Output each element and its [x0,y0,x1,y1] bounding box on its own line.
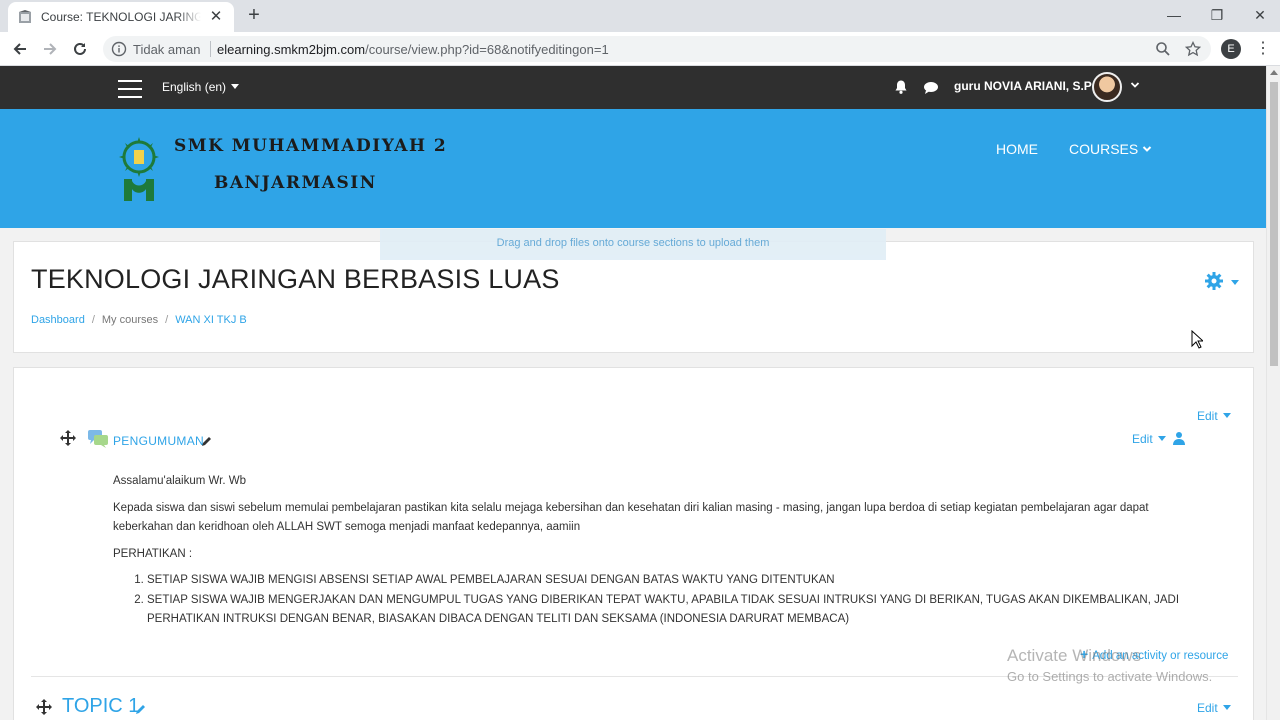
back-button[interactable] [9,38,31,60]
section-summary: Assalamu'alaikum Wr. Wb Kepada siswa dan… [113,472,1183,630]
url-text[interactable]: elearning.smkm2bjm.com/course/view.php?i… [217,42,609,57]
summary-rule-item: SETIAP SISWA WAJIB MENGISI ABSENSI SETIA… [147,571,1183,591]
edit-pencil-icon[interactable] [135,703,147,715]
security-status: Tidak aman [133,42,201,57]
user-avatar[interactable] [1092,72,1122,102]
caret-down-icon [1222,413,1231,418]
activity-edit-menu[interactable]: Edit [1132,432,1166,446]
profile-avatar-button[interactable]: E [1221,39,1241,59]
language-menu[interactable]: English (en) [162,80,240,94]
forum-activity-icon [88,430,108,448]
summary-attention: PERHATIKAN : [113,547,193,560]
summary-rule-item: SETIAP SISWA WAJIB MENGERJAKAN DAN MENGU… [147,591,1183,630]
hamburger-menu-icon[interactable] [118,80,142,98]
summary-paragraph: Kepada siswa dan siswi sebelum memulai p… [113,501,1149,534]
nav-courses-label: COURSES [1069,141,1139,157]
breadcrumb-separator: / [165,314,169,326]
reload-button[interactable] [69,38,91,60]
info-icon[interactable] [111,41,127,57]
minimize-button[interactable]: — [1162,4,1186,26]
course-favicon-icon [18,10,32,24]
maximize-button[interactable]: ❐ [1205,4,1229,26]
activity-edit-label: Edit [1132,432,1153,446]
url-host: elearning.smkm2bjm.com [217,42,366,57]
gear-icon [1205,272,1223,290]
browser-toolbar: Tidak aman elearning.smkm2bjm.com/course… [0,32,1280,66]
forward-button[interactable] [39,38,61,60]
school-name-line2: BANJARMASIN [214,173,377,193]
caret-down-icon [1222,705,1231,710]
school-name-line1: SMK MUHAMMADIYAH 2 [174,136,448,156]
topic-1-edit-menu[interactable]: Edit [1197,701,1231,715]
back-arrow-icon [13,43,26,55]
tab-close-icon[interactable]: ✕ [208,9,224,25]
moodle-navbar: English (en) guru NOVIA ARIANI, S.Pd [0,66,1266,109]
section0-edit-menu[interactable]: Edit [1197,409,1231,423]
move-section-icon[interactable] [36,699,52,715]
mouse-pointer-icon [1191,330,1203,349]
school-logo-emblem[interactable] [116,131,162,205]
scrollbar-thumb[interactable] [1270,82,1278,366]
address-bar[interactable]: Tidak aman elearning.smkm2bjm.com/course… [103,36,1211,62]
reload-icon [74,42,86,55]
nav-courses-menu[interactable]: COURSES [1069,141,1152,157]
user-menu-chevron-icon[interactable] [1130,80,1140,90]
breadcrumb-my-courses: My courses [101,314,159,326]
new-tab-button[interactable]: + [244,5,264,25]
close-window-button[interactable]: ✕ [1248,4,1272,26]
nav-home-link[interactable]: HOME [996,141,1038,157]
browser-tab[interactable]: Course: TEKNOLOGI JARINGAN B ✕ [8,2,234,32]
site-banner: SMK MUHAMMADIYAH 2 BANJARMASIN HOME COUR… [0,109,1266,228]
omnibox-separator [210,41,211,57]
activate-windows-hint: Go to Settings to activate Windows. [1007,669,1213,684]
caret-down-icon [1231,280,1240,285]
section0-edit-label: Edit [1197,409,1218,423]
breadcrumb-separator: / [91,314,95,326]
move-activity-icon[interactable] [60,430,76,446]
browser-tabstrip: Course: TEKNOLOGI JARINGAN B ✕ + — ❐ ✕ [0,0,1280,32]
user-name[interactable]: guru NOVIA ARIANI, S.Pd [954,79,1099,93]
course-settings-menu[interactable] [1204,271,1240,291]
bookmark-star-icon[interactable] [1185,41,1201,57]
course-title: TEKNOLOGI JARINGAN BERBASIS LUAS [31,264,560,294]
group-mode-user-icon[interactable] [1173,431,1185,445]
messages-chat-icon[interactable] [923,80,939,96]
topic-1-edit-label: Edit [1197,701,1218,715]
caret-down-icon [1157,436,1166,441]
breadcrumb-dashboard[interactable]: Dashboard [31,314,85,326]
tab-title: Course: TEKNOLOGI JARINGAN B [41,10,201,24]
browser-menu-icon[interactable]: ⋮ [1255,38,1271,60]
course-content: Edit PENGUMUMAN Edit Assalamu'alaikum Wr… [13,367,1254,720]
url-path: /course/view.php?id=68&notifyeditingon=1 [365,42,609,57]
breadcrumb-course[interactable]: WAN XI TKJ B [175,314,247,326]
breadcrumb: Dashboard / My courses / WAN XI TKJ B [31,314,247,326]
edit-pencil-icon[interactable] [201,435,213,447]
caret-down-icon [231,84,240,89]
forward-arrow-icon [44,43,57,55]
page-scrollbar[interactable] [1266,66,1280,720]
chevron-down-icon [1142,146,1152,152]
language-label: English (en) [162,80,227,94]
activate-windows-watermark: Activate Windows [1007,646,1142,665]
zoom-icon[interactable] [1155,41,1171,57]
activity-pengumuman-link[interactable]: PENGUMUMAN [113,434,204,448]
drag-drop-notice: Drag and drop files onto course sections… [380,229,886,260]
notification-bell-icon[interactable] [893,79,909,95]
summary-greeting: Assalamu'alaikum Wr. Wb [113,475,246,487]
topic-1-title[interactable]: TOPIC 1 [62,695,139,718]
scroll-up-arrow-icon[interactable] [1270,70,1278,75]
summary-rules-list: SETIAP SISWA WAJIB MENGISI ABSENSI SETIA… [147,571,1183,630]
